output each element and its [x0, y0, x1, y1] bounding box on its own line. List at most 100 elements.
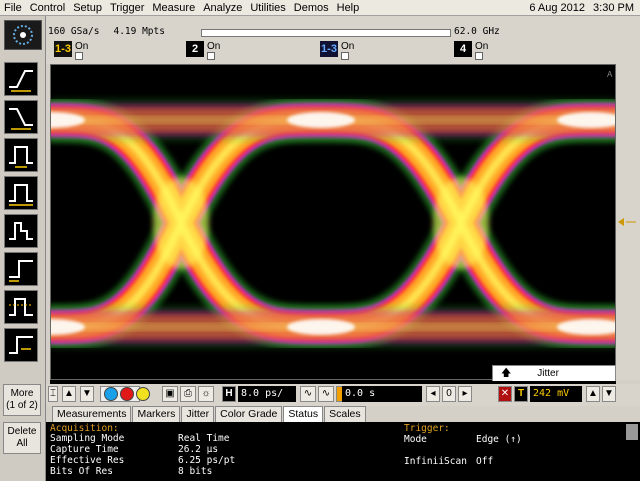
trigger-rising-edge-icon[interactable]	[4, 62, 38, 96]
channel-4-state: On	[475, 41, 489, 52]
zoom-marker-icon[interactable]: ⌶	[48, 386, 58, 402]
delete-all-button[interactable]: Delete All	[3, 422, 41, 454]
trigger-timeout-icon[interactable]	[4, 328, 38, 362]
bandwidth-bar[interactable]	[201, 29, 451, 37]
channel-yellow-dot-icon[interactable]	[136, 387, 150, 401]
more-page: (1 of 2)	[6, 400, 38, 411]
timebase-label: H	[222, 386, 236, 402]
scroll-up-button[interactable]: ▲	[62, 386, 76, 402]
trigger-width-icon[interactable]	[4, 176, 38, 210]
status-value: Off	[476, 456, 494, 467]
status-row: Bits Of Res 8 bits	[50, 466, 212, 477]
more-button[interactable]: More (1 of 2)	[3, 384, 41, 416]
status-row: Mode Edge (↑)	[404, 434, 522, 445]
channel-2[interactable]: 2 On	[186, 41, 220, 60]
channel-red-dot-icon[interactable]	[120, 387, 134, 401]
brightness-icon[interactable]: ☼	[198, 386, 214, 402]
menu-utilities[interactable]: Utilities	[246, 0, 289, 16]
clock: 6 Aug 2012 3:30 PM	[529, 0, 634, 16]
more-label: More	[10, 388, 34, 399]
tab-markers[interactable]: Markers	[132, 406, 181, 422]
status-value: 6.25 ps/pt	[178, 455, 236, 466]
left-toolbar: More (1 of 2) Delete All	[0, 16, 46, 481]
status-key: InfiniiScan	[404, 456, 467, 467]
status-key: Sampling Mode	[50, 433, 125, 444]
timebase-field[interactable]: 8.0 ps/	[238, 386, 296, 402]
jitter-panel-tab[interactable]: 🡅 Jitter	[492, 365, 616, 381]
waveform-sine-icon[interactable]: ∿	[300, 386, 316, 402]
delay-left-button[interactable]: ◂	[426, 386, 440, 402]
channel-3-state: On	[341, 41, 355, 52]
trigger-runt-icon[interactable]	[4, 214, 38, 248]
channel-4-label: 4	[454, 41, 472, 57]
trigger-window-icon[interactable]	[4, 290, 38, 324]
menu-bar: File Control Setup Trigger Measure Analy…	[0, 0, 640, 16]
sample-rate: 160 GSa/s	[48, 26, 100, 37]
status-key: Effective Res	[50, 455, 125, 466]
menu-control[interactable]: Control	[26, 0, 69, 16]
menu-measure[interactable]: Measure	[148, 0, 199, 16]
channel-1-checkbox[interactable]	[75, 52, 83, 60]
trigger-down-button[interactable]: ▼	[602, 386, 616, 402]
status-row: Sampling Mode Real Time	[50, 433, 229, 444]
jitter-tab-label: Jitter	[537, 367, 559, 379]
status-row: Effective Res 6.25 ps/pt	[50, 455, 235, 466]
trigger-setup-hold-icon[interactable]	[4, 252, 38, 286]
channel-1-state: On	[75, 41, 89, 52]
clock-date: 6 Aug 2012	[529, 2, 586, 14]
memory-depth: 4.19 Mpts	[113, 26, 165, 37]
channel-4-checkbox[interactable]	[475, 52, 483, 60]
channel-strip: 160 GSa/s 4.19 Mpts 62.0 GHz 1-3 On 2 On…	[46, 16, 640, 64]
channel-3[interactable]: 1-3 On	[320, 41, 354, 60]
status-panel: Acquisition: Sampling Mode Real Time Captu…	[46, 422, 640, 481]
trigger-pulse-icon[interactable]	[4, 138, 38, 172]
status-value: Real Time	[178, 433, 230, 444]
scroll-down-button[interactable]: ▼	[80, 386, 94, 402]
tab-color-grade[interactable]: Color Grade	[215, 406, 283, 422]
trigger-source-icon[interactable]: ✕	[498, 386, 512, 402]
channel-4[interactable]: 4 On	[454, 41, 488, 60]
acquisition-header: 160 GSa/s 4.19 Mpts	[48, 26, 165, 37]
delay-field[interactable]: 0.0 s	[342, 386, 422, 402]
delete-all-label: All	[16, 438, 28, 449]
waveform-display[interactable]: A B	[50, 64, 616, 380]
screenshot-icon[interactable]: ▣	[162, 386, 178, 402]
channel-3-checkbox[interactable]	[341, 52, 349, 60]
menu-analyze[interactable]: Analyze	[199, 0, 246, 16]
trigger-level-field[interactable]: 242 mV	[530, 386, 582, 402]
channel-1-label: 1-3	[54, 41, 72, 57]
channel-1[interactable]: 1-3 On	[54, 41, 88, 60]
scope-logo-icon[interactable]	[4, 20, 42, 50]
tab-jitter[interactable]: Jitter	[181, 406, 215, 422]
channel-2-state: On	[207, 41, 221, 52]
delay-right-button[interactable]: ▸	[458, 386, 472, 402]
menu-demos[interactable]: Demos	[290, 0, 333, 16]
tab-measurements[interactable]: Measurements	[52, 406, 132, 422]
menu-trigger[interactable]: Trigger	[106, 0, 148, 16]
menu-setup[interactable]: Setup	[69, 0, 106, 16]
status-scrollbar[interactable]	[626, 424, 638, 440]
status-value: Edge (↑)	[476, 434, 522, 445]
menu-help[interactable]: Help	[333, 0, 364, 16]
trigger-title: Trigger:	[404, 423, 450, 434]
control-row: ⌶ ▲ ▼ ▣ ⎙ ☼ H 8.0 ps/ ∿ ∿ 0.0 s ◂ 0 ▸ ✕ …	[46, 384, 640, 406]
trigger-label: T	[514, 386, 528, 402]
menu-file[interactable]: File	[0, 0, 26, 16]
status-key: Mode	[404, 434, 427, 445]
status-row: InfiniiScan Off	[404, 456, 493, 467]
trigger-up-button[interactable]: ▲	[586, 386, 600, 402]
tab-status[interactable]: Status	[283, 406, 324, 422]
delete-label: Delete	[7, 426, 37, 437]
delay-center-button[interactable]: 0	[442, 386, 456, 402]
waveform-scale-icon[interactable]: ∿	[318, 386, 334, 402]
trigger-falling-edge-icon[interactable]	[4, 100, 38, 134]
print-icon[interactable]: ⎙	[180, 386, 196, 402]
status-value: 8 bits	[178, 466, 213, 477]
tab-scales[interactable]: Scales	[324, 406, 366, 422]
right-axis	[616, 64, 640, 380]
channel-2-checkbox[interactable]	[207, 52, 215, 60]
status-row: Capture Time 26.2 µs	[50, 444, 218, 455]
channel-blue-dot-icon[interactable]	[104, 387, 118, 401]
svg-text:A: A	[607, 70, 613, 79]
collapse-arrow-icon[interactable]: 🡅	[501, 366, 511, 382]
